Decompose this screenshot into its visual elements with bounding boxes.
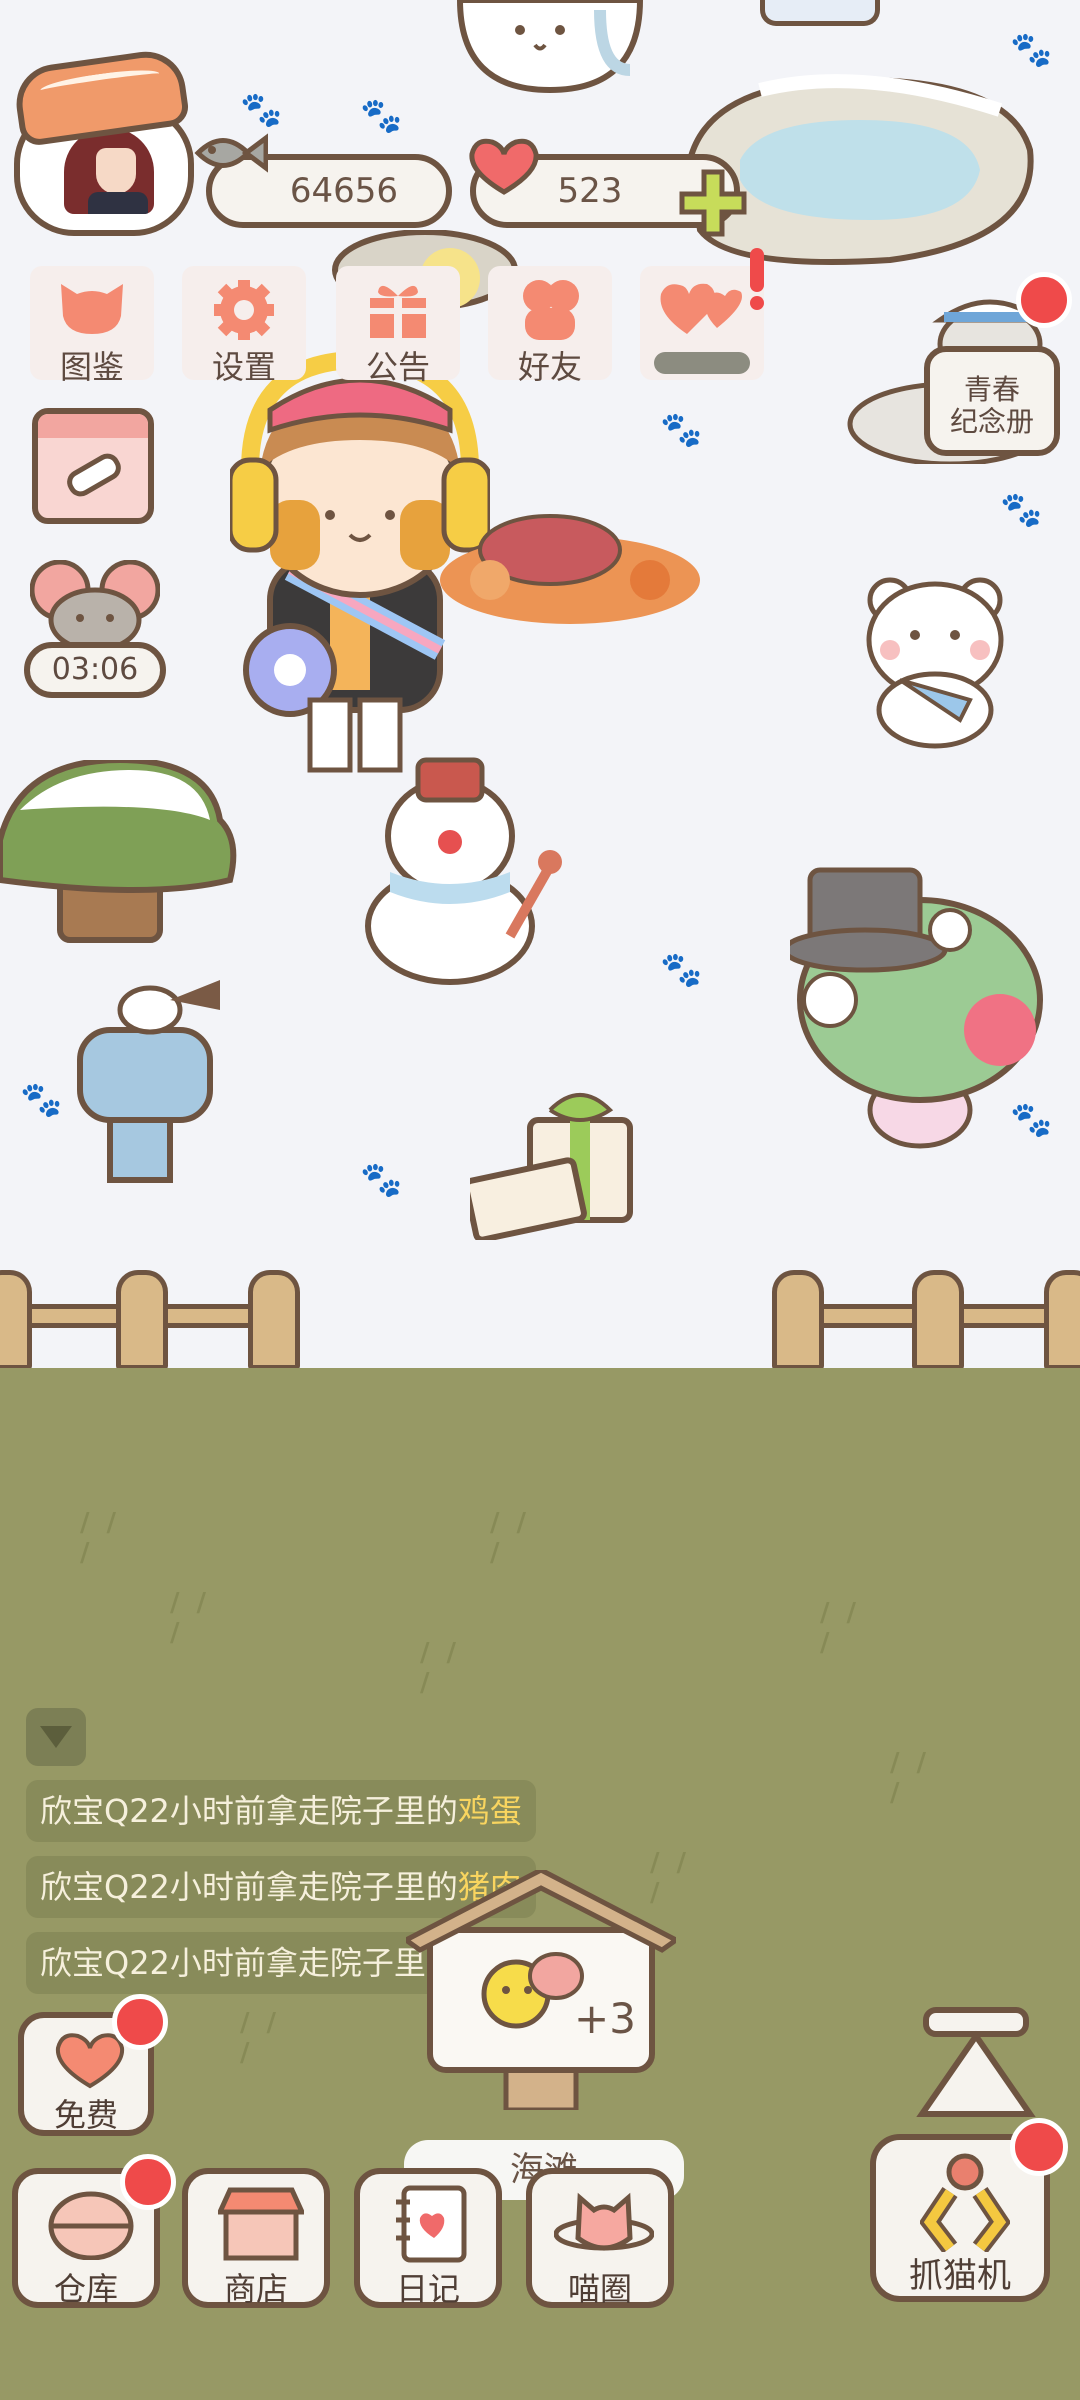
chat-message: 欣宝Q22小时前拿走院子里的鸡蛋	[26, 1780, 536, 1842]
exclamation-dot	[750, 296, 764, 310]
chat-collapse-button[interactable]	[26, 1708, 86, 1766]
menu-label: 图鉴	[59, 348, 124, 386]
yearbook-button[interactable]: 青春 纪念册	[924, 346, 1060, 456]
cat-circle-label: 喵圈	[567, 2270, 632, 2308]
paw-print-icon: 🐾	[360, 96, 403, 136]
cat-house[interactable]	[406, 1870, 676, 2110]
menu-button-collection[interactable]: 图鉴	[30, 266, 154, 386]
paw-print-icon: 🐾	[240, 90, 283, 130]
snowman-decoration[interactable]	[360, 756, 570, 986]
heart-icon	[55, 2033, 125, 2089]
shop-button[interactable]: 商店	[182, 2168, 330, 2308]
chevron-down-icon	[40, 1726, 72, 1748]
menu-label: 设置	[211, 348, 276, 386]
fence-left	[0, 1270, 310, 1370]
menu-button-settings[interactable]: 设置	[182, 266, 306, 386]
seal-igloo-decoration[interactable]	[450, 0, 650, 96]
notification-badge	[1016, 272, 1072, 328]
fish-icon	[194, 133, 268, 173]
gift-package[interactable]	[470, 1090, 650, 1240]
house-cat-count: +3	[574, 1994, 636, 2043]
heart-icon	[469, 138, 539, 195]
storage-label: 仓库	[53, 2270, 118, 2308]
add-currency-button[interactable]	[678, 168, 748, 238]
shop-label: 商店	[223, 2270, 288, 2308]
heart-currency-value: 523	[557, 171, 623, 211]
notification-badge	[120, 2154, 176, 2210]
friends-icon	[523, 280, 579, 340]
shop-icon	[218, 2187, 304, 2261]
paw-print-icon: 🐾	[1010, 30, 1053, 70]
calendar-task-button[interactable]	[32, 408, 154, 524]
paw-print-icon: 🐾	[20, 1080, 63, 1120]
cat-circle-button[interactable]: 喵圈	[526, 2168, 674, 2308]
hearts-icon	[660, 283, 742, 334]
progress-bar	[654, 352, 750, 374]
paw-print-icon: 🐾	[360, 1160, 403, 1200]
menu-button-hearts[interactable]	[640, 266, 764, 380]
countdown-timer: 03:06	[24, 642, 166, 698]
menu-button-friends[interactable]: 好友	[488, 266, 612, 386]
pencil-icon	[67, 453, 121, 497]
claw-machine-top-icon	[916, 2007, 1036, 2117]
avatar[interactable]	[64, 128, 154, 214]
diary-button[interactable]: 日记	[354, 2168, 502, 2308]
yearbook-label: 青春 纪念册	[949, 373, 1034, 438]
paw-print-icon: 🐾	[660, 950, 703, 990]
claw-icon	[920, 2153, 1010, 2252]
fence-right	[772, 1270, 1080, 1370]
free-label: 免费	[53, 2096, 118, 2134]
fish-currency-value: 64656	[289, 171, 399, 211]
cat-head-icon	[61, 284, 123, 334]
exclamation-badge-icon	[750, 248, 764, 292]
polar-bear-npc[interactable]	[860, 570, 1010, 750]
planet-cat-icon	[554, 2192, 654, 2251]
ice-block-decoration	[760, 0, 880, 26]
snowy-bush	[0, 760, 237, 943]
mailbox[interactable]	[70, 980, 230, 1200]
diary-label: 日记	[395, 2270, 460, 2308]
claw-machine-label: 抓猫机	[909, 2256, 1011, 2296]
gear-icon	[214, 280, 274, 340]
paw-print-icon: 🐾	[660, 410, 703, 450]
storage-pot-icon	[48, 2191, 134, 2260]
menu-label: 公告	[365, 348, 430, 386]
notification-badge	[1010, 2118, 1068, 2176]
mouse-avatar-icon[interactable]	[30, 560, 160, 650]
menu-button-notice[interactable]: 公告	[336, 266, 460, 386]
gift-icon	[370, 285, 426, 338]
diary-icon	[396, 2185, 467, 2263]
menu-label: 好友	[517, 348, 582, 386]
leaf-pile[interactable]	[430, 490, 710, 630]
paw-print-icon: 🐾	[1000, 490, 1043, 530]
notification-badge	[112, 1994, 168, 2050]
tophat-flower-bush[interactable]	[790, 850, 1050, 1170]
